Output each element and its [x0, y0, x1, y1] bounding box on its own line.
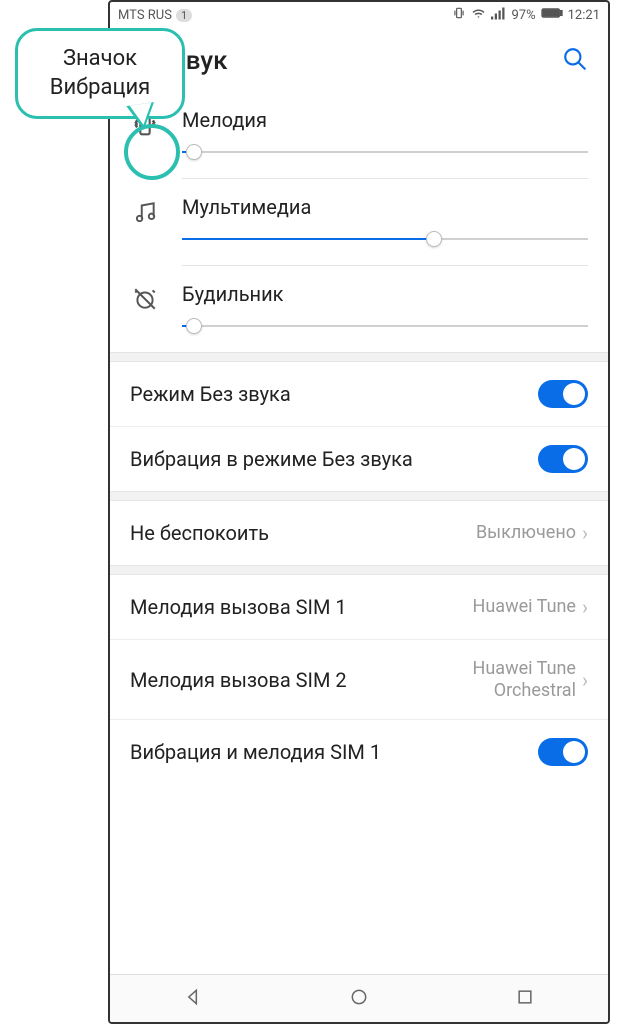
- ringtone-slider[interactable]: [182, 142, 588, 162]
- row-vibrate-sim1[interactable]: Вибрация и мелодия SIM 1: [110, 719, 608, 784]
- search-button[interactable]: [562, 46, 588, 76]
- ringtone-sim1-value: Huawei Tune: [473, 596, 576, 618]
- row-silent-mode[interactable]: Режим Без звука: [110, 362, 608, 426]
- status-bar: MTS RUS 1 97% 12:21: [110, 2, 608, 28]
- phone-frame: MTS RUS 1 97% 12:21: [108, 0, 610, 1024]
- battery-icon: [541, 7, 563, 23]
- volume-ringtone: Мелодия: [130, 92, 588, 178]
- ringtone-label: Мелодия: [182, 108, 588, 132]
- dnd-value: Выключено: [476, 522, 576, 544]
- media-slider[interactable]: [182, 229, 588, 249]
- vibrate-silent-toggle[interactable]: [538, 445, 588, 473]
- sim-badge: 1: [176, 9, 192, 22]
- silent-mode-toggle[interactable]: [538, 380, 588, 408]
- volume-alarm: Будильник: [130, 266, 588, 352]
- silent-mode-label: Режим Без звука: [130, 381, 538, 407]
- alarm-label: Будильник: [182, 282, 588, 306]
- signal-icon: [491, 7, 506, 24]
- vibrate-sim1-label: Вибрация и мелодия SIM 1: [130, 739, 538, 765]
- music-note-icon: [130, 197, 160, 227]
- vibrate-sim1-toggle[interactable]: [538, 738, 588, 766]
- volume-media: Мультимедиа: [130, 179, 588, 265]
- alarm-off-icon: [130, 284, 160, 314]
- annotation-callout: Значок Вибрация: [15, 28, 185, 119]
- wifi-icon: [471, 7, 486, 24]
- dnd-label: Не беспокоить: [130, 520, 476, 546]
- chevron-right-icon: ›: [582, 521, 588, 545]
- row-ringtone-sim2[interactable]: Мелодия вызова SIM 2 Huawei Tune Orchest…: [110, 639, 608, 719]
- chevron-right-icon: ›: [582, 668, 588, 692]
- callout-text-2: Вибрация: [28, 74, 172, 103]
- highlight-circle: [124, 124, 180, 180]
- vibrate-silent-label: Вибрация в режиме Без звука: [130, 446, 538, 472]
- ringtone-sim2-label: Мелодия вызова SIM 2: [130, 667, 466, 693]
- ringtone-sim2-value: Huawei Tune Orchestral: [466, 658, 576, 701]
- nav-back-button[interactable]: [183, 987, 203, 1011]
- carrier-label: MTS RUS: [118, 8, 172, 23]
- media-label: Мультимедиа: [182, 195, 588, 219]
- nav-home-button[interactable]: [349, 987, 369, 1011]
- volume-section: Мелодия Мультимедиа: [110, 92, 608, 352]
- ringtone-sim1-label: Мелодия вызова SIM 1: [130, 594, 473, 620]
- row-ringtone-sim1[interactable]: Мелодия вызова SIM 1 Huawei Tune ›: [110, 575, 608, 639]
- chevron-right-icon: ›: [582, 595, 588, 619]
- alarm-slider[interactable]: [182, 316, 588, 336]
- nav-bar: [110, 974, 608, 1022]
- callout-text-1: Значок: [28, 45, 172, 74]
- clock: 12:21: [568, 8, 600, 23]
- battery-pct: 97%: [511, 8, 535, 23]
- row-vibrate-silent[interactable]: Вибрация в режиме Без звука: [110, 426, 608, 491]
- row-dnd[interactable]: Не беспокоить Выключено ›: [110, 501, 608, 565]
- nav-recent-button[interactable]: [515, 987, 535, 1011]
- vibrate-status-icon: [452, 6, 466, 24]
